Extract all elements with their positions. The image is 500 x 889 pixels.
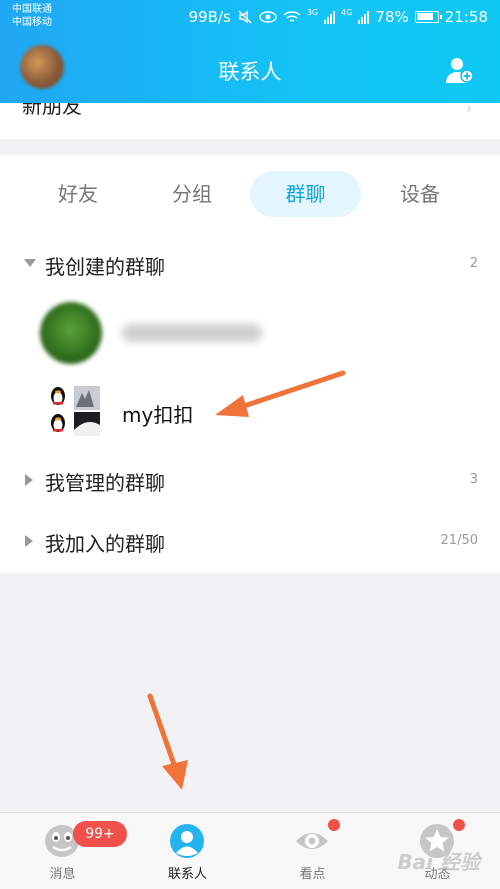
annotation-arrow-icon xyxy=(147,693,188,790)
eye-icon xyxy=(296,833,328,849)
group-avatar-combo xyxy=(51,386,100,436)
notification-dot xyxy=(328,819,340,831)
nav-label: 看点 xyxy=(299,867,326,882)
unread-badge: 99+ xyxy=(73,821,127,847)
group-count: 3 xyxy=(469,472,478,487)
tab-bar: 好友 分组 群聊 设备 xyxy=(0,171,500,217)
group-header-label: 我加入的群聊 xyxy=(45,532,165,556)
triangle-right-icon xyxy=(25,535,33,547)
group-header-joined[interactable]: 我加入的群聊 21/50 xyxy=(0,522,500,562)
triangle-right-icon xyxy=(25,474,33,486)
notification-dot xyxy=(453,819,465,831)
signal-1-icon xyxy=(324,10,336,24)
nav-watch[interactable]: 看点 xyxy=(250,813,375,889)
groups-panel: 好友 分组 群聊 设备 我创建的群聊 2 my扣扣 我管理的群聊 3 我加入的群… xyxy=(0,155,500,573)
tab-devices[interactable]: 设备 xyxy=(364,171,476,217)
nav-label: 消息 xyxy=(49,867,76,882)
net-4g-label: 4G xyxy=(341,8,353,17)
penguin-icon xyxy=(51,414,65,432)
battery-percent: 78% xyxy=(375,8,409,26)
carrier-info: 中国联通 中国移动 xyxy=(12,3,52,29)
eye-icon xyxy=(259,11,277,23)
watermark: Bai 经验 xyxy=(397,850,480,874)
wifi-icon xyxy=(283,11,301,22)
group-row-blurred[interactable] xyxy=(0,302,500,366)
carrier-1: 中国联通 xyxy=(12,4,52,15)
group-header-label: 我管理的群聊 xyxy=(45,471,165,495)
group-avatar xyxy=(40,302,102,364)
penguin-icon xyxy=(51,387,65,405)
group-count: 21/50 xyxy=(440,533,478,548)
header: 中国联通 中国移动 99B/s 3G 4G 78% 21:58 联系人 xyxy=(0,0,500,103)
group-name: my扣扣 xyxy=(122,403,194,427)
add-contact-icon[interactable] xyxy=(446,56,474,84)
clock: 21:58 xyxy=(444,8,488,26)
mute-icon xyxy=(238,10,252,24)
annotation-arrow-icon xyxy=(215,370,346,417)
nav-messages[interactable]: 99+ 消息 xyxy=(0,813,127,889)
page-title: 联系人 xyxy=(218,60,282,84)
battery-icon xyxy=(414,11,442,23)
triangle-down-icon xyxy=(24,259,36,267)
network-speed: 99B/s xyxy=(188,8,231,26)
tab-friends[interactable]: 好友 xyxy=(22,171,134,217)
status-icons: 99B/s 3G 4G 78% 21:58 xyxy=(189,8,488,26)
group-count: 2 xyxy=(469,256,478,271)
tab-group-chats[interactable]: 群聊 xyxy=(250,171,361,217)
new-friends-label: 新朋友 xyxy=(22,103,82,118)
carrier-2: 中国移动 xyxy=(12,17,52,28)
nav-label: 联系人 xyxy=(167,867,207,882)
group-header-label: 我创建的群聊 xyxy=(45,255,165,279)
group-header-created[interactable]: 我创建的群聊 2 xyxy=(0,245,500,285)
contacts-icon xyxy=(170,824,204,858)
signal-2-icon xyxy=(358,10,370,24)
group-header-managed[interactable]: 我管理的群聊 3 xyxy=(0,461,500,501)
group-name-redacted xyxy=(122,324,262,342)
new-friends-row[interactable]: 新朋友 › xyxy=(0,103,500,139)
status-bar: 中国联通 中国移动 99B/s 3G 4G 78% 21:58 xyxy=(0,0,500,34)
tab-groups[interactable]: 分组 xyxy=(136,171,248,217)
chevron-right-icon: › xyxy=(466,103,472,117)
net-3g-label: 3G xyxy=(306,8,319,17)
nav-contacts[interactable]: 联系人 xyxy=(125,813,250,889)
